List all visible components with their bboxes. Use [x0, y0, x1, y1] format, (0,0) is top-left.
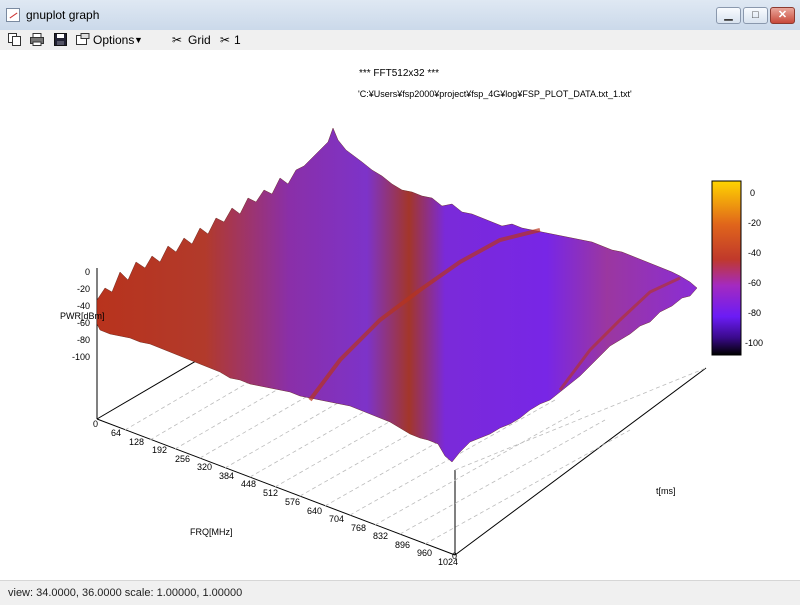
z-tick: -40 — [77, 301, 90, 311]
x-axis: 0 64 128 192 256 320 384 448 512 576 640… — [93, 419, 458, 567]
x-tick: 320 — [197, 462, 212, 472]
colorbar — [711, 180, 742, 356]
surface-mesh — [96, 127, 698, 463]
x-tick: 448 — [241, 479, 256, 489]
gnuplot-app-icon — [6, 8, 20, 22]
y-axis-label: t[ms] — [656, 486, 676, 496]
plot-file-label: 'C:¥Users¥fsp2000¥project¥fsp_4G¥log¥FSP… — [358, 89, 632, 99]
x-tick: 512 — [263, 488, 278, 498]
x-tick: 64 — [111, 428, 121, 438]
x-tick: 640 — [307, 506, 322, 516]
colorbar-tick: -20 — [748, 218, 761, 228]
x-tick: 192 — [152, 445, 167, 455]
title-bar: gnuplot graph ▁ □ ✕ — [0, 0, 800, 31]
options-menu[interactable]: Options — [93, 32, 134, 48]
close-button[interactable]: ✕ — [770, 7, 795, 24]
plot-1-button[interactable]: 1 — [234, 32, 241, 48]
maximize-button[interactable]: □ — [743, 7, 768, 24]
surface-plot: *** FFT512x32 *** 'C:¥Users¥fsp2000¥proj… — [60, 68, 763, 567]
status-text: view: 34.0000, 36.0000 scale: 1.00000, 1… — [8, 587, 243, 599]
x-tick: 0 — [93, 419, 98, 429]
status-bar: view: 34.0000, 36.0000 scale: 1.00000, 1… — [0, 580, 800, 605]
print-icon[interactable] — [30, 33, 44, 46]
z-tick: -20 — [77, 284, 90, 294]
options-icon[interactable] — [76, 33, 90, 46]
z-tick: -100 — [72, 352, 90, 362]
z-tick: 0 — [85, 267, 90, 277]
colorbar-tick: -60 — [748, 278, 761, 288]
scissors-icon[interactable]: ✂ — [172, 32, 182, 48]
plot-area[interactable]: *** FFT512x32 *** 'C:¥Users¥fsp2000¥proj… — [0, 51, 800, 579]
x-tick: 704 — [329, 514, 344, 524]
x-tick: 256 — [175, 454, 190, 464]
x-tick: 384 — [219, 471, 234, 481]
save-icon[interactable] — [54, 33, 67, 46]
scissors-icon[interactable]: ✂ — [220, 32, 230, 48]
x-tick: 832 — [373, 531, 388, 541]
colorbar-tick: 0 — [750, 188, 755, 198]
colorbar-tick: -80 — [748, 308, 761, 318]
colorbar-ticks: 0 -20 -40 -60 -80 -100 — [745, 188, 763, 348]
copy-icon[interactable] — [8, 33, 21, 46]
x-tick: 896 — [395, 540, 410, 550]
x-tick: 768 — [351, 523, 366, 533]
window-title: gnuplot graph — [26, 8, 100, 22]
plot-title: *** FFT512x32 *** — [359, 68, 439, 79]
x-tick: 960 — [417, 548, 432, 558]
grid-button[interactable]: Grid — [188, 32, 211, 48]
x-tick: 128 — [129, 437, 144, 447]
z-tick: -80 — [77, 335, 90, 345]
colorbar-tick: -100 — [745, 338, 763, 348]
y-tick: 0 — [452, 551, 457, 561]
colorbar-tick: -40 — [748, 248, 761, 258]
minimize-button[interactable]: ▁ — [716, 7, 741, 24]
toolbar: Options ▼ ✂ Grid ✂ 1 — [0, 30, 800, 50]
x-tick: 576 — [285, 497, 300, 507]
chevron-down-icon[interactable]: ▼ — [134, 32, 143, 48]
z-axis-label: PWR[dBm] — [60, 311, 105, 321]
x-axis-label: FRQ[MHz] — [190, 527, 233, 537]
